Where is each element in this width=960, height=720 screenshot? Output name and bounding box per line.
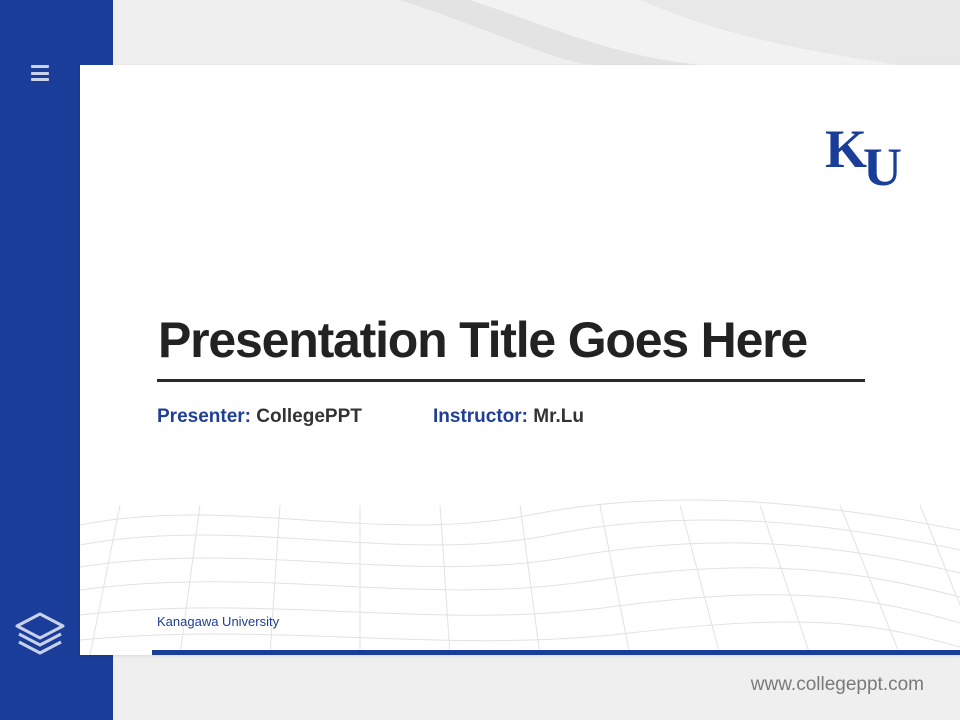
ku-logo: K U (825, 121, 902, 195)
instructor-line: Instructor: Mr.Lu (433, 406, 584, 428)
presenter-line: Presenter: CollegePPT (157, 406, 362, 428)
instructor-name: Mr.Lu (533, 406, 584, 427)
layers-icon[interactable] (13, 610, 67, 658)
bottom-accent-bar (152, 650, 960, 655)
wave-mesh-decoration (80, 499, 960, 655)
slide-canvas: K U Presentation Title Goes Here Present… (80, 65, 960, 655)
menu-icon[interactable] (29, 62, 51, 84)
footer-url[interactable]: www.collegeppt.com (751, 674, 924, 696)
presenter-name: CollegePPT (256, 406, 362, 427)
presentation-title: Presentation Title Goes Here (158, 312, 808, 368)
instructor-label: Instructor: (433, 406, 528, 427)
university-name: Kanagawa University (157, 614, 280, 629)
title-underline (157, 379, 865, 382)
presenter-label: Presenter: (157, 406, 251, 427)
svg-text:K: K (825, 121, 867, 179)
svg-text:U: U (863, 137, 902, 195)
